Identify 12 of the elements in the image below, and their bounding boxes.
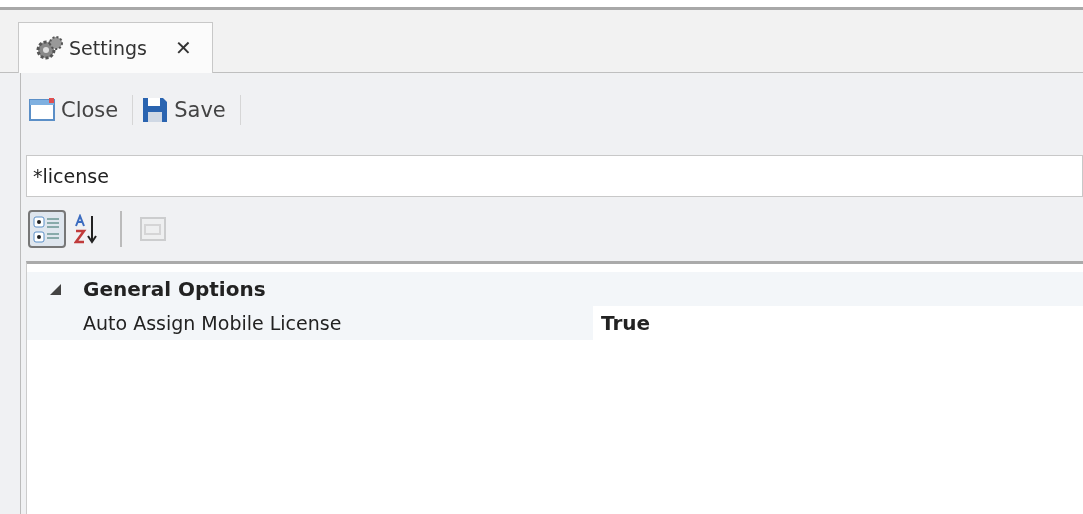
categorized-view-icon — [32, 214, 62, 244]
property-name[interactable]: Auto Assign Mobile License — [27, 312, 593, 334]
category-label: General Options — [83, 277, 266, 301]
close-icon[interactable]: ✕ — [174, 36, 192, 60]
property-pages-icon — [138, 214, 168, 244]
property-value[interactable]: True — [593, 306, 1083, 340]
window-icon — [29, 97, 55, 123]
toolbar-button[interactable]: Save — [139, 97, 234, 123]
tab[interactable]: Settings ✕ — [18, 22, 213, 73]
gears-icon — [35, 34, 65, 62]
search-field[interactable]: *license — [26, 155, 1083, 197]
toolbar-button[interactable]: Close — [26, 97, 127, 123]
